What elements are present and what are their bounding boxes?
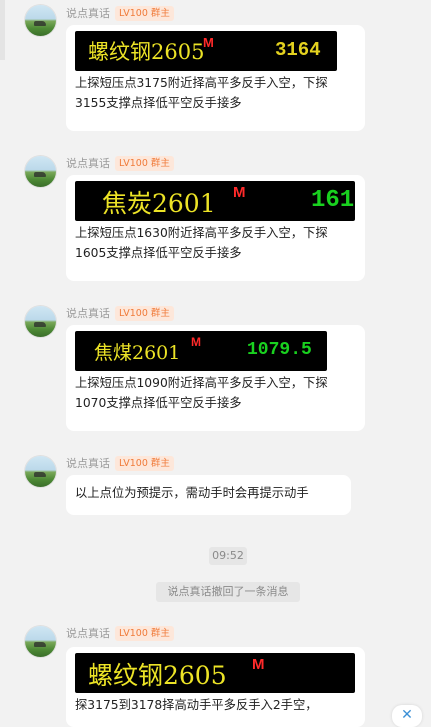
message-text: 以上点位为预提示，需动手时会再提示动手 bbox=[75, 486, 309, 500]
sender-meta: 说点真话 LV100 群主 bbox=[66, 155, 174, 171]
sender-name: 说点真话 bbox=[66, 457, 110, 470]
recall-notice: 说点真话撤回了一条消息 bbox=[156, 582, 300, 602]
message-bubble[interactable]: 螺纹钢2605 M 探3175到3178择高动手平多反手入2手空， bbox=[66, 647, 365, 727]
level-badge: LV100 群主 bbox=[115, 155, 174, 171]
close-collapse-icon[interactable]: ✕ bbox=[392, 705, 422, 727]
message-text: 上探短压点3175附近择高平多反手入空，下探3155支撑点择低平空反手接多 bbox=[75, 76, 328, 110]
avatar[interactable] bbox=[25, 156, 56, 187]
level-badge: LV100 群主 bbox=[115, 455, 174, 471]
message-bubble[interactable]: 焦炭2601 M 161 上探短压点1630附近择高平多反手入空，下探1605支… bbox=[66, 175, 365, 281]
level-badge: LV100 群主 bbox=[115, 625, 174, 641]
ticker-image: 焦煤2601 M 1079.5 bbox=[75, 331, 327, 371]
sender-name: 说点真话 bbox=[66, 627, 110, 640]
avatar[interactable] bbox=[25, 5, 56, 36]
sender-meta: 说点真话 LV100 群主 bbox=[66, 625, 174, 641]
sender-name: 说点真话 bbox=[66, 7, 110, 20]
message-bubble[interactable]: 螺纹钢2605 M 3164 上探短压点3175附近择高平多反手入空，下探315… bbox=[66, 25, 365, 131]
ticker-marker: M bbox=[233, 184, 246, 201]
ticker-name: 螺纹钢2605 bbox=[88, 40, 205, 64]
avatar[interactable] bbox=[25, 456, 56, 487]
ticker-name: 焦炭2601 bbox=[102, 189, 216, 218]
ticker-marker: M bbox=[191, 335, 201, 349]
message-text: 上探短压点1090附近择高平多反手入空，下探1070支撑点择低平空反手接多 bbox=[75, 376, 328, 410]
level-badge: LV100 群主 bbox=[115, 5, 174, 21]
ticker-image: 螺纹钢2605 M bbox=[75, 653, 355, 693]
ticker-price: 161 bbox=[311, 187, 355, 214]
scrollbar-track[interactable] bbox=[0, 0, 5, 60]
ticker-name: 焦煤2601 bbox=[94, 342, 181, 364]
message-text: 探3175到3178择高动手平多反手入2手空， bbox=[75, 698, 318, 712]
ticker-marker: M bbox=[252, 656, 265, 673]
avatar[interactable] bbox=[25, 626, 56, 657]
sender-name: 说点真话 bbox=[66, 307, 110, 320]
message-bubble[interactable]: 焦煤2601 M 1079.5 上探短压点1090附近择高平多反手入空，下探10… bbox=[66, 325, 365, 431]
ticker-image: 螺纹钢2605 M 3164 bbox=[75, 31, 337, 71]
ticker-price: 1079.5 bbox=[247, 340, 312, 360]
ticker-image: 焦炭2601 M 161 bbox=[75, 181, 355, 221]
ticker-price: 3164 bbox=[275, 39, 321, 61]
level-badge: LV100 群主 bbox=[115, 305, 174, 321]
message-bubble[interactable]: 以上点位为预提示，需动手时会再提示动手 bbox=[66, 475, 351, 515]
sender-name: 说点真话 bbox=[66, 157, 110, 170]
message-text: 上探短压点1630附近择高平多反手入空，下探1605支撑点择低平空反手接多 bbox=[75, 226, 328, 260]
sender-meta: 说点真话 LV100 群主 bbox=[66, 5, 174, 21]
ticker-marker: M bbox=[203, 35, 214, 50]
ticker-name: 螺纹钢2605 bbox=[88, 661, 227, 690]
time-divider: 09:52 bbox=[209, 547, 247, 565]
sender-meta: 说点真话 LV100 群主 bbox=[66, 455, 174, 471]
avatar[interactable] bbox=[25, 306, 56, 337]
sender-meta: 说点真话 LV100 群主 bbox=[66, 305, 174, 321]
